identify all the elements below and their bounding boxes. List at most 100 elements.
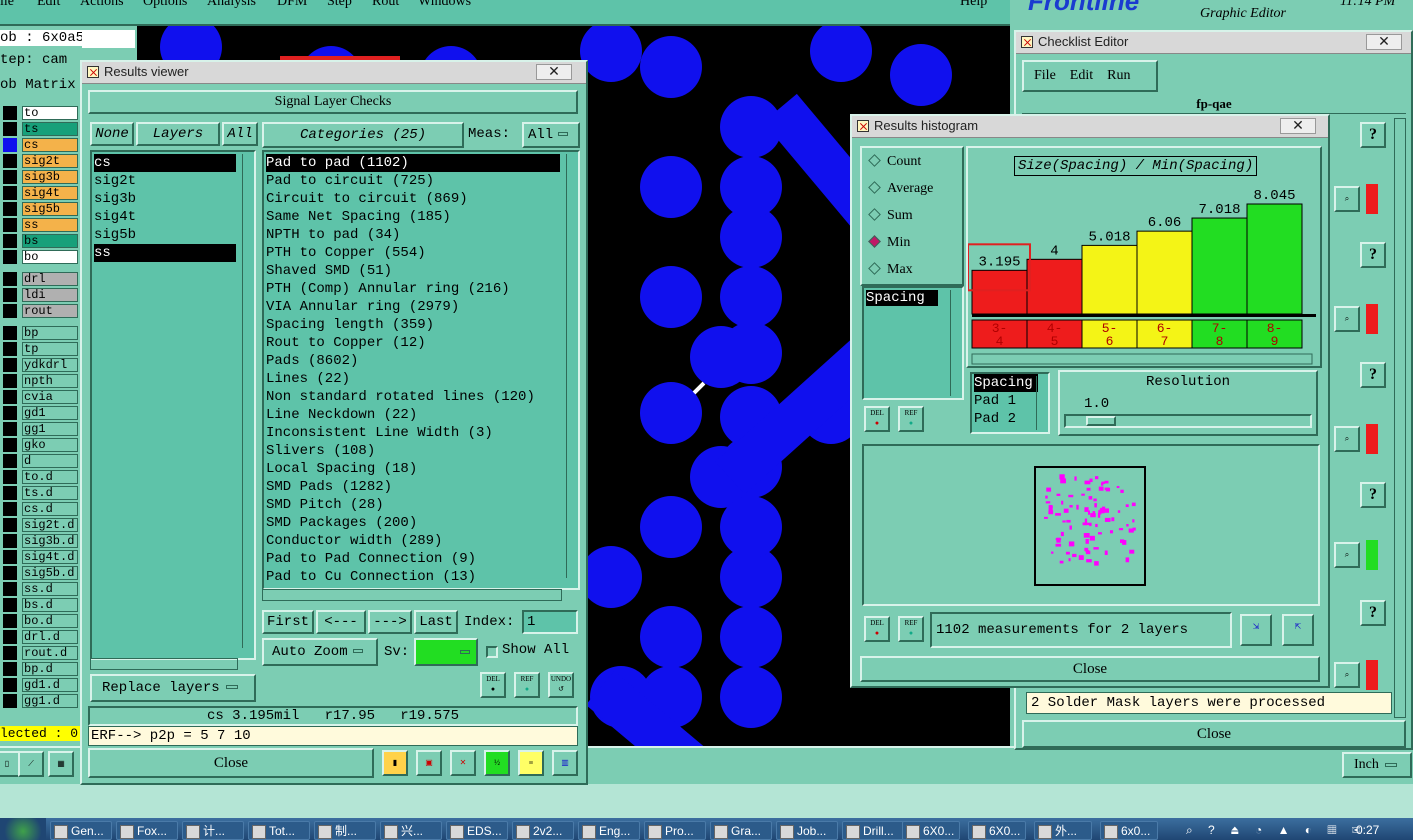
layer-select-box[interactable] xyxy=(3,518,17,532)
zoom-icon[interactable]: ⌕ xyxy=(1334,662,1360,688)
help-icon[interactable]: ? xyxy=(1360,362,1386,388)
layer-list-item[interactable]: sig3b xyxy=(94,190,236,208)
layer-select-box[interactable] xyxy=(3,138,17,152)
zoom-icon[interactable]: ⌕ xyxy=(1334,426,1360,452)
taskbar-item[interactable]: 兴... xyxy=(380,821,442,840)
layer-item[interactable]: d xyxy=(22,454,78,468)
stat-radio-sum[interactable]: Sum xyxy=(866,206,913,226)
category-list-item[interactable]: SMD Pitch (28) xyxy=(266,496,560,514)
layer-item[interactable]: sig3b.d xyxy=(22,534,78,548)
tray-icons[interactable]: ⌕ ? ⏏ ◔ ▲ ◐ ▦ ✉ xyxy=(1186,821,1366,840)
layer-select-box[interactable] xyxy=(3,406,17,420)
histogram-icon[interactable]: ▥ xyxy=(552,750,578,776)
layer-item[interactable]: sig5b.d xyxy=(22,566,78,580)
categories-hscroll[interactable] xyxy=(262,589,562,601)
layer-select-box[interactable] xyxy=(3,272,17,286)
taskbar-item[interactable]: Eng... xyxy=(578,821,640,840)
import-icon[interactable]: ⇱ xyxy=(1282,614,1314,646)
histogram-chart[interactable]: 3.1953-444-55.0185-66.066-77.0187-88.045… xyxy=(968,148,1320,366)
undo-icon[interactable]: UNDO ↺ xyxy=(548,672,574,698)
taskbar-item[interactable]: Drill... xyxy=(842,821,904,840)
layer-item[interactable]: bp xyxy=(22,326,78,340)
histogram-bar[interactable] xyxy=(1081,244,1138,315)
layer-select-box[interactable] xyxy=(3,106,17,120)
refresh-icon[interactable]: REF ● xyxy=(898,406,924,432)
layer-list-item[interactable]: ss xyxy=(94,244,236,262)
menu-item[interactable]: Windows xyxy=(418,0,471,10)
taskbar-item[interactable]: 6x0... xyxy=(1100,821,1158,840)
layer-select-box[interactable] xyxy=(3,598,17,612)
all-button[interactable]: All xyxy=(222,122,258,146)
draw-icon[interactable]: ⟋ xyxy=(18,751,44,777)
report-icon-5[interactable]: ≡ xyxy=(518,750,544,776)
results-close-button[interactable]: Close xyxy=(88,748,374,778)
taskbar-item[interactable]: 外... xyxy=(1034,821,1092,840)
refresh-icon[interactable]: REF ● xyxy=(514,672,540,698)
category-list-item[interactable]: Line Neckdown (22) xyxy=(266,406,560,424)
menu-item[interactable]: Actions xyxy=(80,0,124,10)
category-list-item[interactable]: Circuit to circuit (869) xyxy=(266,190,560,208)
zoom-icon[interactable]: ⌕ xyxy=(1334,306,1360,332)
meas-select[interactable]: All xyxy=(522,122,580,148)
spacing-list-box[interactable]: Spacing xyxy=(862,286,964,400)
categories-button[interactable]: Categories (25) xyxy=(262,122,464,148)
layer-item[interactable]: gd1 xyxy=(22,406,78,420)
show-all-checkbox[interactable] xyxy=(486,646,498,658)
layer-list-item[interactable]: cs xyxy=(94,154,236,172)
layer-select-box[interactable] xyxy=(3,678,17,692)
category-list-item[interactable]: Inconsistent Line Width (3) xyxy=(266,424,560,442)
fields-scrollbar[interactable] xyxy=(1036,376,1046,430)
layer-select-box[interactable] xyxy=(3,438,17,452)
layer-select-box[interactable] xyxy=(3,694,17,708)
layer-item[interactable]: bp.d xyxy=(22,662,78,676)
category-list-item[interactable]: Shaved SMD (51) xyxy=(266,262,560,280)
category-list-item[interactable]: Local Spacing (18) xyxy=(266,460,560,478)
layer-item[interactable]: sig4t xyxy=(22,186,78,200)
delete-icon[interactable]: DEL ● xyxy=(864,406,890,432)
help-icon[interactable]: ? xyxy=(1360,122,1386,148)
layer-select-box[interactable] xyxy=(3,502,17,516)
help-icon[interactable]: ? xyxy=(1360,600,1386,626)
histogram-bar[interactable] xyxy=(971,269,1028,315)
category-list-item[interactable]: Pad to Pad Connection (9) xyxy=(266,550,560,568)
histogram-close-button[interactable]: Close xyxy=(860,656,1320,682)
category-list-item[interactable]: Same Net Spacing (185) xyxy=(266,208,560,226)
field-list-item[interactable]: Spacing xyxy=(974,374,1038,392)
layer-select-box[interactable] xyxy=(3,614,17,628)
zoom-icon[interactable]: ⌕ xyxy=(1334,186,1360,212)
spacing-scrollbar[interactable] xyxy=(950,290,960,396)
layer-item[interactable]: rout xyxy=(22,304,78,318)
refresh-icon[interactable]: REF ● xyxy=(898,616,924,642)
chart-hscroll[interactable] xyxy=(971,353,1313,365)
category-list-item[interactable]: Spacing length (359) xyxy=(266,316,560,334)
layer-select-box[interactable] xyxy=(3,202,17,216)
layer-item[interactable]: gg1 xyxy=(22,422,78,436)
layer-select-box[interactable] xyxy=(3,582,17,596)
histogram-bar[interactable] xyxy=(1136,230,1193,315)
spacing-list-item[interactable]: Spacing xyxy=(866,290,938,306)
menu-item[interactable]: Edit xyxy=(37,0,60,10)
layer-item[interactable]: drl xyxy=(22,272,78,286)
taskbar-item[interactable]: Gra... xyxy=(710,821,772,840)
histogram-bar[interactable] xyxy=(1246,203,1303,315)
menu-item[interactable]: Rout xyxy=(372,0,399,10)
layer-select-box[interactable] xyxy=(3,342,17,356)
category-list-item[interactable]: VIA Annular ring (2979) xyxy=(266,298,560,316)
layer-item[interactable]: ts xyxy=(22,122,78,136)
checklist-close-button[interactable]: Close xyxy=(1022,720,1406,748)
layer-item[interactable]: bs xyxy=(22,234,78,248)
layer-item[interactable]: sig4t.d xyxy=(22,550,78,564)
layer-item[interactable]: sig2t xyxy=(22,154,78,168)
category-list-item[interactable]: Lines (22) xyxy=(266,370,560,388)
taskbar-item[interactable]: EDS... xyxy=(446,821,508,840)
help-menu[interactable]: Help xyxy=(960,0,987,10)
layer-select-box[interactable] xyxy=(3,630,17,644)
layer-select-box[interactable] xyxy=(3,288,17,302)
stat-radio-max[interactable]: Max xyxy=(866,260,913,280)
close-icon[interactable]: ✕ xyxy=(1366,34,1402,50)
category-list-item[interactable]: Pad to pad (1102) xyxy=(266,154,560,172)
taskbar-item[interactable]: 计... xyxy=(182,821,244,840)
prev-button[interactable]: <--- xyxy=(316,610,366,634)
layer-item[interactable]: to xyxy=(22,106,78,120)
layer-item[interactable]: cvia xyxy=(22,390,78,404)
